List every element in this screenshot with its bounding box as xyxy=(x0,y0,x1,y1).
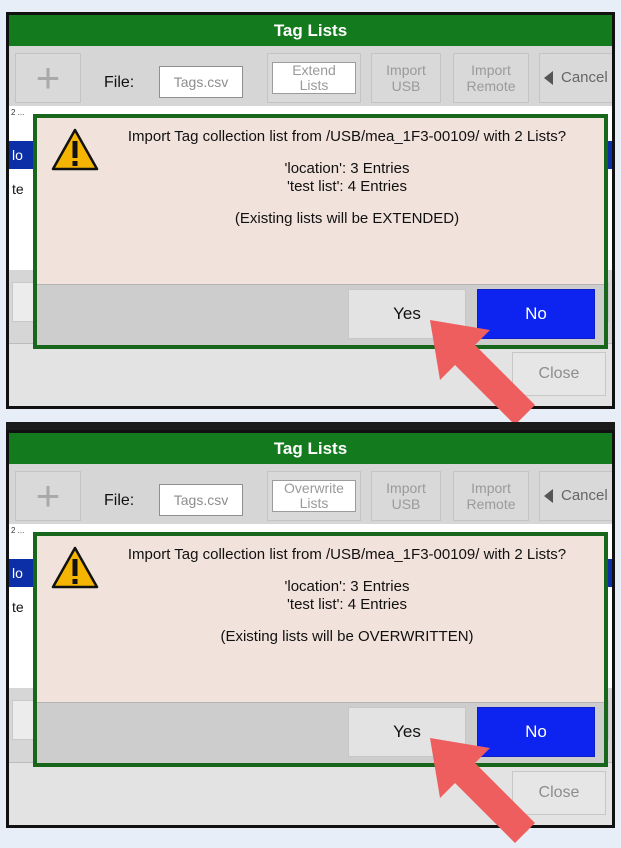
extend-lists-button[interactable]: Extend Lists xyxy=(267,53,361,103)
import-usb-line2: USB xyxy=(391,78,421,94)
message-line1: Import Tag collection list from /USB/mea… xyxy=(127,546,567,563)
message-line1: Import Tag collection list from /USB/mea… xyxy=(127,128,567,145)
import-usb-button[interactable]: Import USB xyxy=(371,53,441,103)
dialog-footer: Yes No xyxy=(37,702,604,763)
warning-icon xyxy=(51,128,99,171)
dialog-message: Import Tag collection list from /USB/mea… xyxy=(107,546,587,646)
file-label: File: xyxy=(104,492,135,509)
warning-icon xyxy=(51,546,99,589)
import-usb-line1: Import xyxy=(386,62,426,78)
dialog-footer: Yes No xyxy=(37,284,604,345)
message-line3: 'test list': 4 Entries xyxy=(287,178,407,195)
close-button[interactable]: Close xyxy=(512,352,606,396)
cancel-button[interactable]: Cancel xyxy=(539,471,612,521)
file-field[interactable]: Tags.csv xyxy=(159,484,243,516)
plus-icon: + xyxy=(35,472,61,519)
file-field[interactable]: Tags.csv xyxy=(159,66,243,98)
window-title: Tag Lists xyxy=(9,433,612,464)
close-button[interactable]: Close xyxy=(512,771,606,815)
message-line4: (Existing lists will be OVERWRITTEN) xyxy=(220,628,474,645)
import-remote-line1: Import xyxy=(471,480,511,496)
tag-lists-window-extend: Tag Lists + File: Tags.csv Extend Lists … xyxy=(6,12,615,409)
bottom-bar: Close xyxy=(9,343,612,406)
cancel-label: Cancel xyxy=(561,487,608,504)
bottom-bar: Close xyxy=(9,762,612,825)
import-usb-line1: Import xyxy=(386,480,426,496)
message-line3: 'test list': 4 Entries xyxy=(287,596,407,613)
toolbar: + File: Tags.csv Overwrite Lists Import … xyxy=(9,464,612,524)
cancel-label: Cancel xyxy=(561,69,608,86)
dialog-message: Import Tag collection list from /USB/mea… xyxy=(107,128,587,228)
mode-label-line1: Extend xyxy=(292,62,336,78)
list-item-label: lo xyxy=(12,565,23,581)
mode-label-line2: Lists xyxy=(299,495,329,511)
overwrite-lists-button[interactable]: Overwrite Lists xyxy=(267,471,361,521)
import-remote-button[interactable]: Import Remote xyxy=(453,471,529,521)
add-button[interactable]: + xyxy=(15,471,81,521)
triangle-left-icon xyxy=(544,71,553,85)
list-count: 2 ... xyxy=(11,526,25,535)
import-confirm-dialog: Import Tag collection list from /USB/mea… xyxy=(33,114,608,349)
triangle-left-icon xyxy=(544,489,553,503)
import-remote-line1: Import xyxy=(471,62,511,78)
list-item[interactable]: te xyxy=(12,181,24,197)
import-remote-line2: Remote xyxy=(466,78,516,94)
import-usb-line2: USB xyxy=(391,496,421,512)
window-title: Tag Lists xyxy=(9,15,612,46)
cancel-button[interactable]: Cancel xyxy=(539,53,612,103)
import-remote-line2: Remote xyxy=(466,496,516,512)
import-confirm-dialog: Import Tag collection list from /USB/mea… xyxy=(33,532,608,767)
mode-label-line1: Overwrite xyxy=(284,480,344,496)
no-button[interactable]: No xyxy=(477,289,595,339)
yes-button[interactable]: Yes xyxy=(348,289,466,339)
file-label: File: xyxy=(104,74,135,91)
import-remote-button[interactable]: Import Remote xyxy=(453,53,529,103)
yes-button[interactable]: Yes xyxy=(348,707,466,757)
no-button[interactable]: No xyxy=(477,707,595,757)
plus-icon: + xyxy=(35,54,61,101)
list-item-label: lo xyxy=(12,147,23,163)
toolbar: + File: Tags.csv Extend Lists Import USB… xyxy=(9,46,612,106)
import-usb-button[interactable]: Import USB xyxy=(371,471,441,521)
list-count: 2 ... xyxy=(11,108,25,117)
add-button[interactable]: + xyxy=(15,53,81,103)
tag-lists-window-overwrite: Tag Lists + File: Tags.csv Overwrite Lis… xyxy=(6,430,615,828)
message-line4: (Existing lists will be EXTENDED) xyxy=(234,210,460,227)
mode-label-line2: Lists xyxy=(299,77,329,93)
message-line2: 'location': 3 Entries xyxy=(284,160,410,177)
message-line2: 'location': 3 Entries xyxy=(284,578,410,595)
list-item[interactable]: te xyxy=(12,599,24,615)
cropped-top-strip xyxy=(6,422,615,430)
